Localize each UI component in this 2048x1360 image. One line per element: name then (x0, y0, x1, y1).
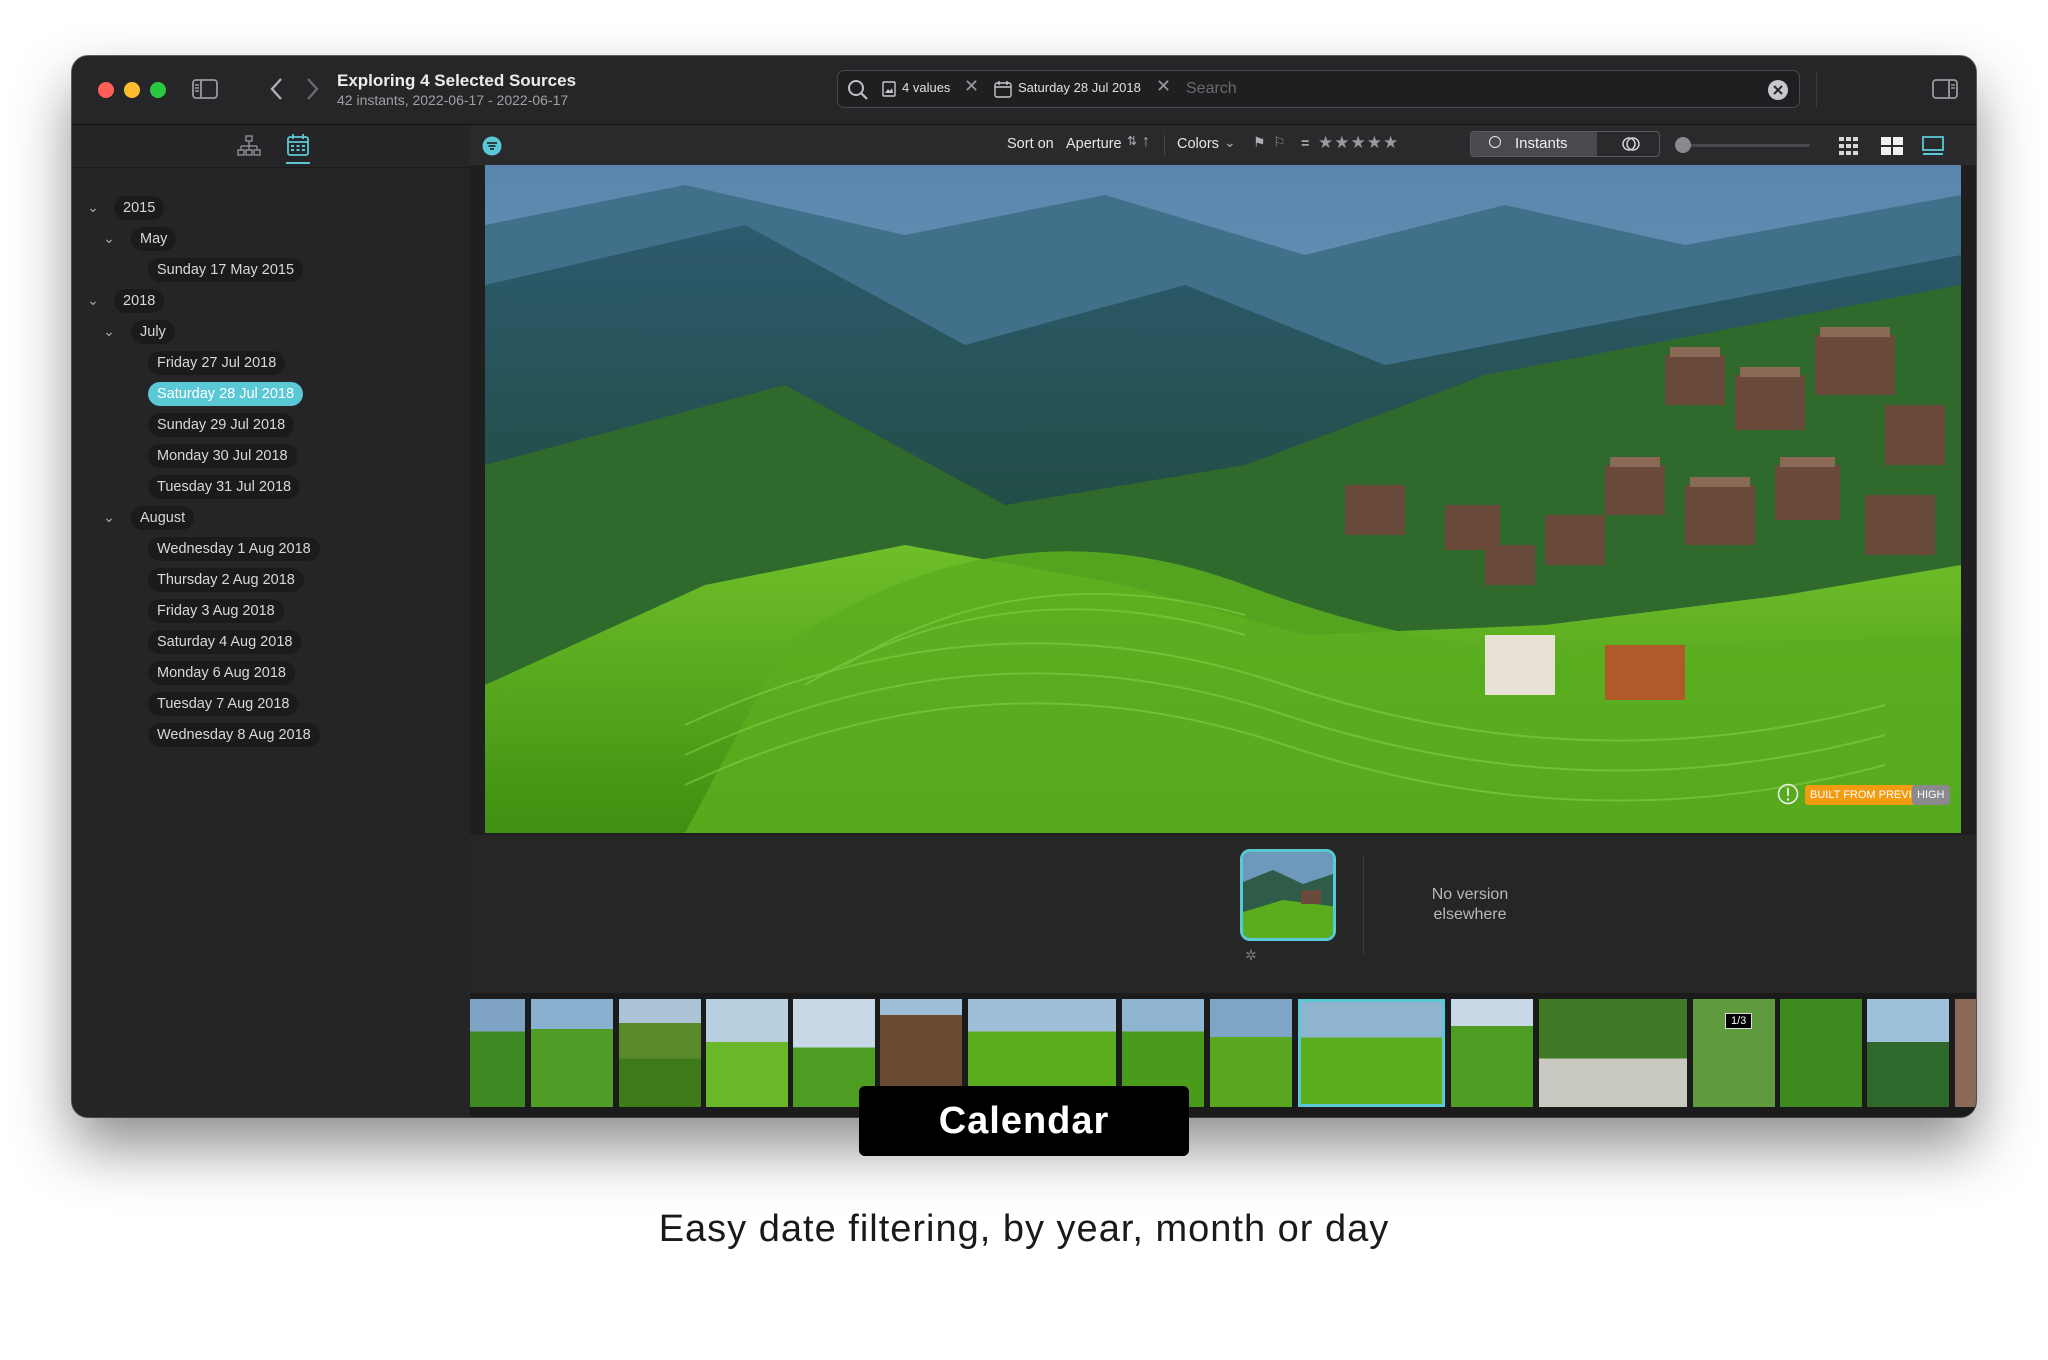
zoom-window-button[interactable] (150, 82, 166, 98)
filter-chip-date: Saturday 28 Jul 2018 (1018, 80, 1141, 95)
filmstrip-thumbnail[interactable] (531, 999, 613, 1107)
remove-chip-values-icon[interactable]: ✕ (964, 76, 979, 97)
filmstrip-thumbnail[interactable]: 1/3 (1693, 999, 1775, 1107)
filter-menu-icon[interactable] (482, 136, 502, 156)
flag-icon[interactable]: ⚑ (1253, 134, 1266, 151)
main-photo[interactable]: BUILT FROM PREVIEW HIGH (485, 165, 1961, 833)
landscape-image (485, 165, 1961, 833)
search-input[interactable]: Search (1186, 80, 1237, 98)
feature-label: Calendar (859, 1086, 1189, 1156)
zoom-slider-track[interactable] (1680, 144, 1810, 147)
filmstrip-thumbnail[interactable] (1539, 999, 1687, 1107)
versions-panel: ✲ No version elsewhere (470, 835, 1976, 993)
sidebar: ⌄ 2015 ⌄ May Sunday 17 May 2015 ⌄ 2018 ⌄… (72, 125, 470, 1117)
title-bar: Exploring 4 Selected Sources 42 instants… (72, 56, 1976, 125)
colors-dropdown[interactable]: Colors (1177, 136, 1219, 152)
version-image (1243, 852, 1333, 938)
search-icon (848, 80, 868, 100)
clear-search-icon[interactable] (1767, 79, 1789, 101)
chevron-down-icon[interactable]: ⌄ (86, 292, 100, 309)
app-window: Exploring 4 Selected Sources 42 instants… (72, 56, 1976, 1117)
forward-chevron-icon[interactable] (304, 77, 320, 101)
quality-badge: HIGH (1912, 785, 1950, 805)
minimize-window-button[interactable] (124, 82, 140, 98)
up-down-arrows-icon[interactable]: ⇅ (1127, 134, 1137, 148)
instants-toggle[interactable]: Instants (1470, 131, 1660, 157)
versions-toggle-icon[interactable] (1621, 136, 1641, 152)
window-title: Exploring 4 Selected Sources (337, 71, 577, 90)
sidebar-divider (72, 167, 470, 168)
reject-flag-icon[interactable]: ⚐ (1273, 134, 1286, 151)
active-tab-indicator (286, 162, 310, 164)
chevron-down-icon[interactable]: ⌄ (102, 230, 116, 247)
instants-segment[interactable]: Instants (1471, 132, 1597, 156)
stack-count-badge: 1/3 (1725, 1013, 1753, 1029)
close-window-button[interactable] (98, 82, 114, 98)
filmstrip-thumbnail[interactable] (1780, 999, 1862, 1107)
filmstrip-thumbnail[interactable] (1451, 999, 1533, 1107)
info-warning-icon[interactable] (1777, 783, 1799, 805)
single-view-icon[interactable] (1922, 136, 1944, 156)
version-settings-icon[interactable]: ✲ (1245, 947, 1257, 964)
filmstrip-thumbnail[interactable] (706, 999, 788, 1107)
filmstrip-thumbnail[interactable] (1955, 999, 1976, 1107)
toolbar-separator (1164, 135, 1165, 155)
main-viewer: Sort on Aperture ⇅ ↑ Colors ⌄ ⚑ ⚐ = ★★★★… (470, 125, 1976, 1117)
inspector-toggle-icon[interactable] (1932, 79, 1958, 99)
large-grid-icon[interactable] (1881, 137, 1903, 155)
image-filter-icon (882, 81, 896, 97)
window-subtitle: 42 instants, 2022-06-17 - 2022-06-17 (337, 92, 569, 108)
calendar-filter-icon (994, 81, 1012, 98)
zoom-slider-thumb[interactable] (1675, 137, 1691, 153)
filmstrip-thumbnail[interactable] (1210, 999, 1292, 1107)
sort-on-label: Sort on (1007, 136, 1054, 152)
sort-field-select[interactable]: Aperture (1066, 136, 1122, 152)
viewer-toolbar: Sort on Aperture ⇅ ↑ Colors ⌄ ⚑ ⚐ = ★★★★… (470, 125, 1976, 165)
promo-caption: Easy date filtering, by year, month or d… (658, 1208, 1390, 1250)
chevron-down-icon[interactable]: ⌄ (1224, 134, 1236, 151)
current-version-thumbnail[interactable] (1240, 849, 1336, 941)
remove-chip-date-icon[interactable]: ✕ (1156, 76, 1171, 97)
small-grid-icon[interactable] (1839, 137, 1859, 155)
chevron-down-icon[interactable]: ⌄ (86, 199, 100, 216)
no-version-message: No version elsewhere (1431, 886, 1509, 923)
filmstrip: 1/3 (470, 993, 1976, 1117)
filmstrip-thumbnail[interactable] (470, 999, 525, 1107)
filmstrip-thumbnail[interactable] (619, 999, 701, 1107)
filmstrip-thumbnail-selected[interactable] (1298, 999, 1445, 1107)
filmstrip-thumbnail[interactable] (1867, 999, 1949, 1107)
star-rating-icon[interactable]: ★★★★★ (1318, 133, 1399, 153)
sort-ascending-icon[interactable]: ↑ (1142, 133, 1150, 151)
chevron-down-icon[interactable]: ⌄ (102, 509, 116, 526)
hierarchy-icon[interactable] (236, 134, 262, 158)
circle-icon (1489, 136, 1501, 148)
versions-divider (1363, 855, 1364, 955)
filter-chip-values: 4 values (902, 80, 951, 95)
calendar-tab-icon[interactable] (286, 133, 310, 157)
search-bar[interactable]: 4 values ✕ Saturday 28 Jul 2018 ✕ Search (837, 70, 1800, 108)
toolbar-divider (1816, 72, 1817, 108)
back-chevron-icon[interactable] (269, 77, 285, 101)
chevron-down-icon[interactable]: ⌄ (102, 323, 116, 340)
rating-equals-label: = (1301, 136, 1310, 152)
sidebar-toggle-icon[interactable] (192, 79, 218, 99)
